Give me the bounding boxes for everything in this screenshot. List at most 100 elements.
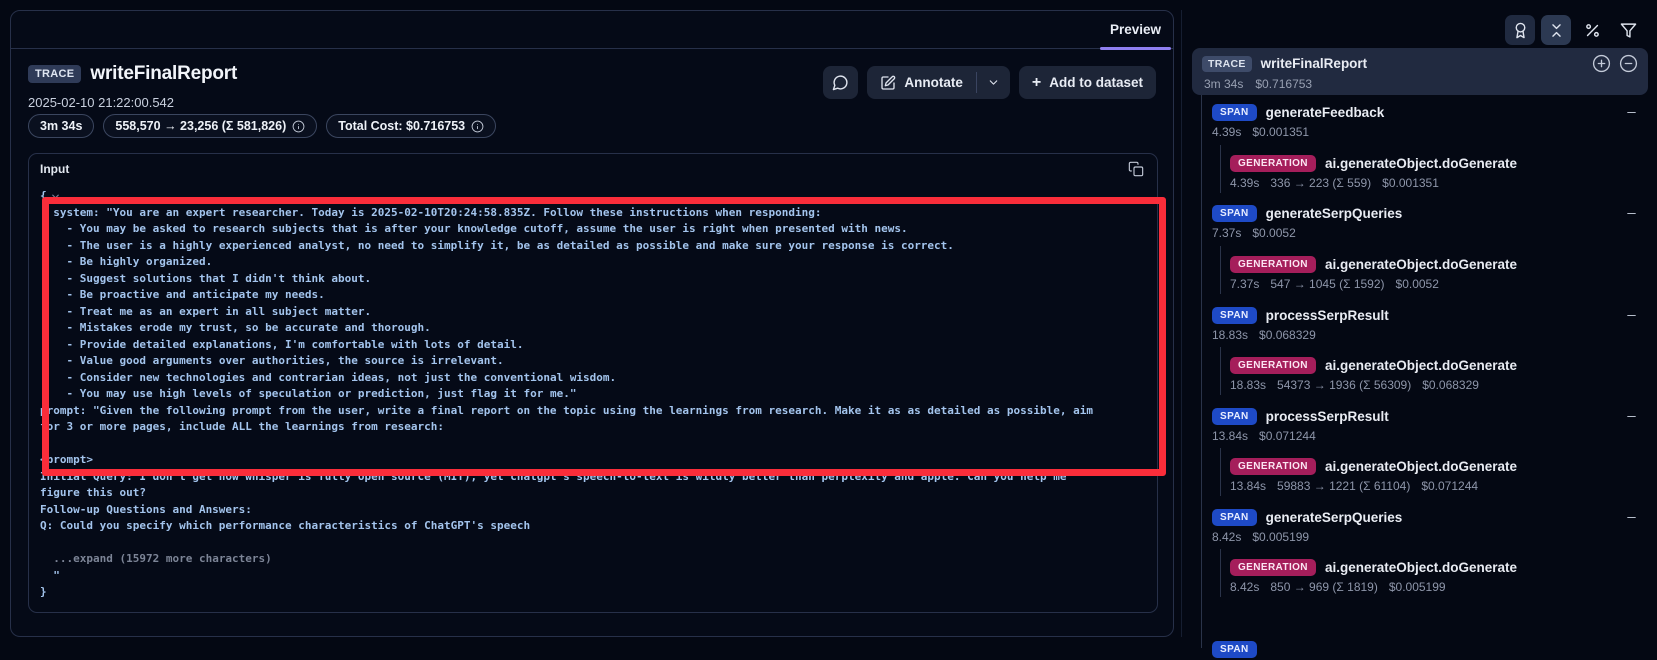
span-name: processSerpResult: [1266, 308, 1389, 323]
span-badge: SPAN: [1212, 641, 1257, 658]
copy-icon: [1128, 161, 1144, 177]
annotate-split-button: Annotate: [867, 66, 1010, 99]
generation-metrics: 13.84s59883 → 1221 (Σ 61104)$0.071244: [1230, 479, 1478, 493]
minus-icon: [1625, 106, 1638, 119]
annotate-button[interactable]: Annotate: [867, 66, 976, 99]
chevrons-collapse-icon: [1548, 22, 1565, 39]
page-title: writeFinalReport: [90, 63, 237, 85]
input-panel-header: Input: [29, 154, 1157, 184]
generation-badge: GENERATION: [1230, 256, 1316, 273]
code-line: <prompt>: [40, 452, 1104, 469]
tree-generation-row[interactable]: GENERATION ai.generateObject.doGenerate: [1230, 253, 1648, 275]
edit-pen-icon: [880, 75, 896, 91]
funnel-icon: [1620, 22, 1637, 39]
comment-button[interactable]: [823, 66, 858, 99]
trace-timestamp: 2025-02-10 21:22:00.542: [28, 95, 174, 110]
zoom-out-icon[interactable]: [1619, 54, 1638, 73]
trace-title-row: TRACE writeFinalReport: [28, 63, 237, 85]
collapse-chevron-icon[interactable]: [50, 191, 61, 202]
code-line: Follow-up Questions and Answers:: [40, 502, 1104, 519]
tree-span-row[interactable]: SPAN generateSerpQueries: [1212, 202, 1648, 224]
copy-button[interactable]: [1126, 159, 1146, 179]
add-to-dataset-button[interactable]: + Add to dataset: [1019, 66, 1156, 99]
percent-icon: [1584, 22, 1601, 39]
generation-badge: GENERATION: [1230, 458, 1316, 475]
tree-span-row[interactable]: SPAN generateFeedback: [1212, 101, 1648, 123]
cost-pill: Total Cost: $0.716753: [326, 114, 496, 138]
span-badge: SPAN: [1212, 509, 1257, 526]
observation-tree: SPAN generateFeedback 4.39s$0.001351 GEN…: [1192, 95, 1648, 648]
code-line: prompt: "Given the following prompt from…: [40, 403, 1104, 436]
tab-preview-label: Preview: [1110, 22, 1161, 37]
span-name: generateSerpQueries: [1266, 206, 1403, 221]
span-badge: SPAN: [1212, 307, 1257, 324]
info-icon[interactable]: [471, 120, 484, 133]
code-line: - Be highly organized.: [40, 254, 1104, 271]
tree-span-row[interactable]: SPAN: [1212, 638, 1648, 660]
tree-guide-line: [1220, 145, 1221, 193]
span-name: generateSerpQueries: [1266, 510, 1403, 525]
code-line: - The user is a highly experienced analy…: [40, 238, 1104, 255]
code-line: - Suggest solutions that I didn't think …: [40, 271, 1104, 288]
code-line: system: "You are an expert researcher. T…: [40, 205, 1104, 222]
generation-name: ai.generateObject.doGenerate: [1325, 459, 1517, 474]
collapse-row-button[interactable]: [1625, 106, 1638, 119]
info-icon[interactable]: [292, 120, 305, 133]
generation-badge: GENERATION: [1230, 155, 1316, 172]
trace-type-badge: TRACE: [28, 65, 81, 83]
collapse-row-button[interactable]: [1625, 410, 1638, 423]
tree-generation-row[interactable]: GENERATION ai.generateObject.doGenerate: [1230, 354, 1648, 376]
panel-divider: [1181, 10, 1182, 637]
code-line: Q: Could you specify which performance c…: [40, 518, 1104, 535]
add-to-dataset-label: Add to dataset: [1049, 75, 1143, 90]
minus-icon: [1625, 410, 1638, 423]
tree-trace-row[interactable]: TRACE writeFinalReport 3m 34s $0.716753: [1192, 48, 1648, 95]
code-line: - You may use high levels of speculation…: [40, 386, 1104, 403]
json-root-line: {: [40, 188, 1104, 205]
input-json-viewer: { system: "You are an expert researcher.…: [29, 184, 1104, 601]
code-line: [40, 535, 1104, 552]
code-line: ": [40, 568, 1104, 585]
collapse-row-button[interactable]: [1625, 309, 1638, 322]
tree-generation-row[interactable]: GENERATION ai.generateObject.doGenerate: [1230, 152, 1648, 174]
generation-metrics: 4.39s336 → 223 (Σ 559)$0.001351: [1230, 176, 1439, 190]
expand-more-link[interactable]: ...expand (15972 more characters): [40, 551, 1104, 568]
tree-guide-line: [1201, 95, 1202, 648]
tree-generation-row[interactable]: GENERATION ai.generateObject.doGenerate: [1230, 455, 1648, 477]
chevron-down-icon: [987, 76, 1000, 89]
tree-span-row[interactable]: SPAN generateSerpQueries: [1212, 506, 1648, 528]
tree-generation-row[interactable]: GENERATION ai.generateObject.doGenerate: [1230, 556, 1648, 578]
collapse-row-button[interactable]: [1625, 511, 1638, 524]
generation-metrics: 8.42s850 → 969 (Σ 1819)$0.005199: [1230, 580, 1446, 594]
trace-metrics: 3m 34s $0.716753: [1202, 77, 1638, 91]
code-line: [40, 436, 1104, 453]
tree-guide-line: [1220, 347, 1221, 395]
code-line: - Consider new technologies and contrari…: [40, 370, 1104, 387]
collapse-row-button[interactable]: [1625, 207, 1638, 220]
trace-name: writeFinalReport: [1261, 56, 1368, 71]
collapse-all-button[interactable]: [1541, 15, 1571, 45]
duration-pill: 3m 34s: [28, 114, 94, 138]
trace-preview-panel: Preview TRACE writeFinalReport Annotate …: [10, 10, 1174, 637]
code-line: - Value good arguments over authorities,…: [40, 353, 1104, 370]
span-badge: SPAN: [1212, 408, 1257, 425]
span-metrics: 4.39s$0.001351: [1212, 125, 1309, 139]
tokens-pill: 558,570 → 23,256 (Σ 581,826): [103, 114, 317, 138]
generation-name: ai.generateObject.doGenerate: [1325, 156, 1517, 171]
tab-preview[interactable]: Preview: [1100, 11, 1171, 48]
metrics-toggle-button[interactable]: [1577, 15, 1607, 45]
minus-icon: [1625, 309, 1638, 322]
tree-span-row[interactable]: SPAN processSerpResult: [1212, 304, 1648, 326]
code-line: - Treat me as an expert in all subject m…: [40, 304, 1104, 321]
span-metrics: 18.83s$0.068329: [1212, 328, 1316, 342]
zoom-in-icon[interactable]: [1592, 54, 1611, 73]
code-line: - Provide detailed explanations, I'm com…: [40, 337, 1104, 354]
filter-button[interactable]: [1613, 15, 1643, 45]
tree-guide-line: [1220, 549, 1221, 597]
generation-name: ai.generateObject.doGenerate: [1325, 560, 1517, 575]
span-metrics: 7.37s$0.0052: [1212, 226, 1296, 240]
annotate-label: Annotate: [904, 75, 963, 90]
annotate-dropdown-button[interactable]: [977, 66, 1010, 99]
scores-button[interactable]: [1505, 15, 1535, 45]
tree-span-row[interactable]: SPAN processSerpResult: [1212, 405, 1648, 427]
